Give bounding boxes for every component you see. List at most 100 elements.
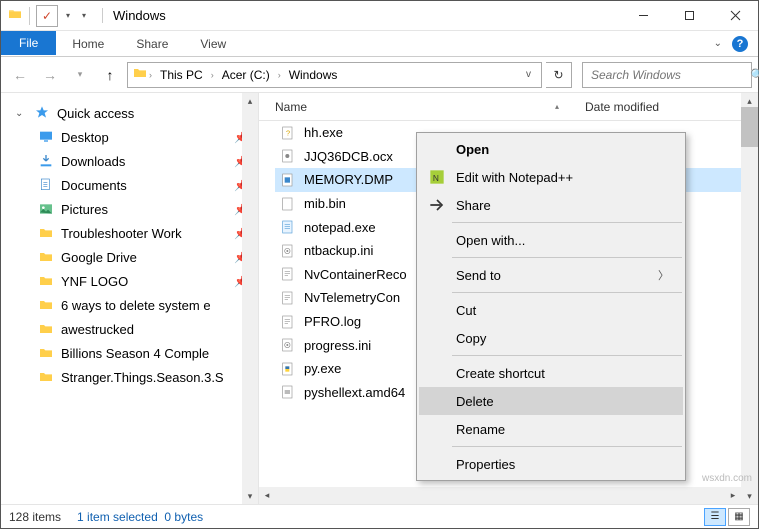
file-icon — [279, 337, 297, 353]
properties-icon[interactable]: ✓ — [36, 5, 58, 27]
status-bar: 128 items 1 item selected 0 bytes ☰ ▦ — [1, 504, 758, 528]
file-icon — [279, 219, 297, 235]
chevron-down-icon[interactable]: ⌄ — [15, 108, 27, 119]
menu-item-label: Rename — [456, 422, 505, 437]
quick-access-label: Quick access — [57, 106, 248, 121]
vscrollbar[interactable]: ▴ ▾ — [741, 93, 758, 504]
sidebar-item-6-ways-to-delete-system-e[interactable]: 6 ways to delete system e — [15, 293, 258, 317]
menu-item-label: Send to — [456, 268, 501, 283]
menu-item-send-to[interactable]: Send to 〉 — [419, 261, 683, 289]
column-headers[interactable]: Name ▴ Date modified — [259, 93, 758, 121]
menu-item-open-with[interactable]: Open with... — [419, 226, 683, 254]
menu-item-label: Cut — [456, 303, 476, 318]
sidebar-item-awestrucked[interactable]: awestrucked — [15, 317, 258, 341]
sidebar-item-billions-season-4-comple[interactable]: Billions Season 4 Comple — [15, 341, 258, 365]
breadcrumb[interactable]: › This PC › Acer (C:) › Windows — [148, 63, 344, 87]
chevron-right-icon: 〉 — [658, 267, 669, 283]
back-button[interactable]: ← — [7, 62, 33, 88]
scroll-right-icon[interactable]: ▸ — [725, 487, 741, 504]
sidebar-item-pictures[interactable]: Pictures📌 — [15, 197, 258, 221]
menu-item-rename[interactable]: Rename — [419, 415, 683, 443]
scroll-left-icon[interactable]: ◂ — [259, 487, 275, 504]
crumb-drive[interactable]: Acer (C:) — [215, 68, 277, 82]
file-name: JJQ36DCB.ocx — [304, 149, 393, 164]
folder-icon — [7, 6, 23, 25]
file-tab[interactable]: File — [1, 31, 56, 55]
menu-item-open[interactable]: Open — [419, 135, 683, 163]
sidebar-item-google-drive[interactable]: Google Drive📌 — [15, 245, 258, 269]
sidebar-item-label: Downloads — [61, 154, 228, 169]
sidebar-item-ynf-logo[interactable]: YNF LOGO📌 — [15, 269, 258, 293]
file-icon — [279, 172, 297, 188]
view-switch: ☰ ▦ — [704, 508, 750, 526]
scroll-up-icon[interactable]: ▴ — [242, 93, 258, 109]
menu-item-label: Properties — [456, 457, 515, 472]
menu-item-label: Share — [456, 198, 491, 213]
search-input[interactable] — [589, 67, 750, 83]
file-name: py.exe — [304, 361, 341, 376]
menu-item-edit-with-notepad[interactable]: NEdit with Notepad++ — [419, 163, 683, 191]
address-bar[interactable]: › This PC › Acer (C:) › Windows v — [127, 62, 542, 88]
menu-item-copy[interactable]: Copy — [419, 324, 683, 352]
sidebar-item-label: Desktop — [61, 130, 228, 145]
search-box[interactable]: 🔍 — [582, 62, 752, 88]
dropdown-icon[interactable]: ▾ — [62, 11, 74, 20]
tab-home[interactable]: Home — [56, 31, 120, 56]
tab-share[interactable]: Share — [120, 31, 184, 56]
file-name: mib.bin — [304, 196, 346, 211]
ribbon: File Home Share View ⌄ ? — [1, 31, 758, 57]
large-icons-view-button[interactable]: ▦ — [728, 508, 750, 526]
tab-view[interactable]: View — [184, 31, 242, 56]
file-name: NvContainerReco — [304, 267, 407, 282]
menu-item-share[interactable]: Share — [419, 191, 683, 219]
sidebar-item-troubleshooter-work[interactable]: Troubleshooter Work📌 — [15, 221, 258, 245]
menu-item-label: Open — [456, 142, 489, 157]
sidebar-item-label: Documents — [61, 178, 228, 193]
recent-dropdown[interactable]: ▾ — [67, 62, 93, 88]
sidebar-scrollbar[interactable]: ▴ ▾ — [242, 93, 258, 504]
help-icon[interactable]: ? — [732, 36, 748, 52]
desktop-icon — [37, 129, 55, 145]
up-button[interactable]: ↑ — [97, 62, 123, 88]
menu-item-cut[interactable]: Cut — [419, 296, 683, 324]
scroll-down-icon[interactable]: ▾ — [741, 488, 758, 504]
file-icon — [279, 290, 297, 306]
crumb-folder[interactable]: Windows — [282, 68, 345, 82]
file-icon — [279, 196, 297, 212]
collapse-ribbon-icon[interactable]: ⌄ — [714, 38, 722, 49]
forward-button[interactable]: → — [37, 62, 63, 88]
minimize-button[interactable] — [620, 1, 666, 31]
file-name: notepad.exe — [304, 220, 376, 235]
menu-item-properties[interactable]: Properties — [419, 450, 683, 478]
sidebar-item-documents[interactable]: Documents📌 — [15, 173, 258, 197]
hscrollbar[interactable]: ◂ ▸ — [259, 487, 758, 504]
col-name[interactable]: Name ▴ — [275, 100, 585, 114]
menu-item-create-shortcut[interactable]: Create shortcut — [419, 359, 683, 387]
npp-icon: N — [427, 167, 447, 187]
scroll-down-icon[interactable]: ▾ — [242, 488, 258, 504]
folder-icon — [37, 297, 55, 313]
col-date-modified[interactable]: Date modified — [585, 100, 758, 114]
quick-access-root[interactable]: ⌄ Quick access — [15, 101, 258, 125]
menu-item-delete[interactable]: Delete — [419, 387, 683, 415]
sidebar-item-downloads[interactable]: Downloads📌 — [15, 149, 258, 173]
search-icon[interactable]: 🔍 — [750, 68, 759, 82]
details-view-button[interactable]: ☰ — [704, 508, 726, 526]
folder-icon — [37, 273, 55, 289]
address-dropdown-icon[interactable]: v — [520, 69, 537, 80]
overflow-icon[interactable]: ▾ — [78, 11, 90, 20]
menu-item-label: Create shortcut — [456, 366, 545, 381]
crumb-this-pc[interactable]: This PC — [153, 68, 210, 82]
sidebar-item-stranger-things-season-3-s[interactable]: Stranger.Things.Season.3.S — [15, 365, 258, 389]
sidebar-item-label: Google Drive — [61, 250, 228, 265]
close-button[interactable] — [712, 1, 758, 31]
sidebar-item-desktop[interactable]: Desktop📌 — [15, 125, 258, 149]
scroll-thumb[interactable] — [741, 107, 758, 147]
menu-separator — [452, 355, 682, 356]
refresh-button[interactable]: ↻ — [546, 62, 572, 88]
maximize-button[interactable] — [666, 1, 712, 31]
selection-info: 1 item selected 0 bytes — [77, 510, 203, 524]
window-controls — [620, 1, 758, 31]
sidebar-item-label: Billions Season 4 Comple — [61, 346, 248, 361]
documents-icon — [37, 177, 55, 193]
